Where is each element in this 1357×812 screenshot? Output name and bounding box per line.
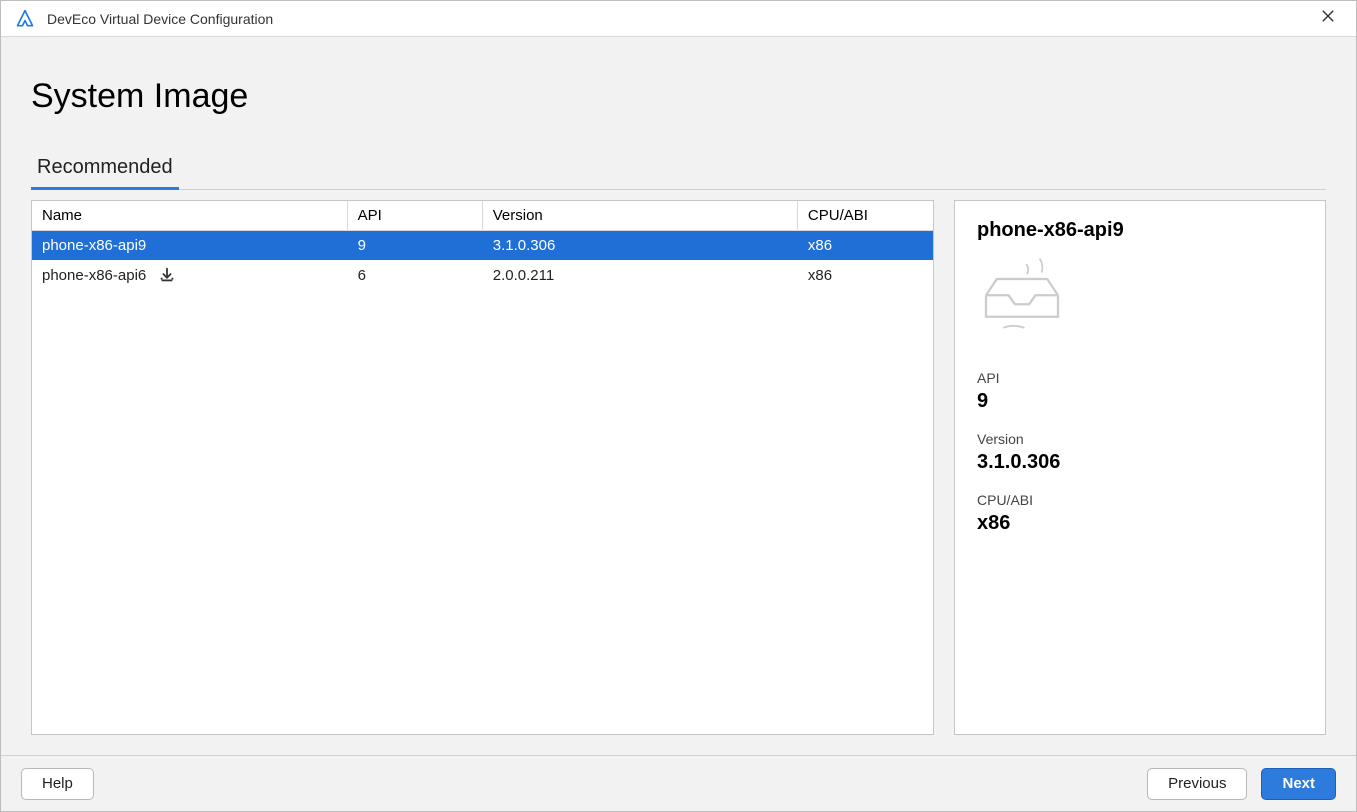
main-row: Name API Version CPU/ABI phone-x86-api9 — [31, 200, 1326, 735]
row-name: phone-x86-api6 — [42, 267, 146, 284]
detail-version-value: 3.1.0.306 — [977, 451, 1303, 474]
detail-api-label: API — [977, 370, 1303, 386]
spacer — [31, 735, 1326, 755]
row-version: 2.0.0.211 — [482, 260, 797, 290]
previous-button[interactable]: Previous — [1147, 768, 1247, 800]
detail-title: phone-x86-api9 — [977, 219, 1303, 242]
table-row[interactable]: phone-x86-api6 — [32, 260, 933, 290]
footer: Help Previous Next — [1, 755, 1356, 811]
col-header-abi[interactable]: CPU/ABI — [797, 201, 932, 231]
col-header-name[interactable]: Name — [32, 201, 347, 231]
help-button[interactable]: Help — [21, 768, 94, 800]
next-button[interactable]: Next — [1261, 768, 1336, 800]
row-version: 3.1.0.306 — [482, 231, 797, 261]
app-logo-icon — [15, 9, 35, 29]
titlebar: DevEco Virtual Device Configuration — [1, 1, 1356, 37]
tab-recommended[interactable]: Recommended — [31, 150, 179, 190]
close-icon[interactable] — [1310, 9, 1346, 28]
system-image-table-pane: Name API Version CPU/ABI phone-x86-api9 — [31, 200, 934, 735]
tabs: Recommended — [31, 150, 1326, 190]
table-row[interactable]: phone-x86-api9 9 3.1.0.306 x86 — [32, 231, 933, 261]
col-header-version[interactable]: Version — [482, 201, 797, 231]
row-abi: x86 — [797, 260, 932, 290]
window-root: DevEco Virtual Device Configuration Syst… — [0, 0, 1357, 812]
empty-box-icon — [977, 252, 1067, 342]
row-name: phone-x86-api9 — [42, 237, 146, 254]
detail-abi-label: CPU/ABI — [977, 492, 1303, 508]
window-title: DevEco Virtual Device Configuration — [47, 11, 1310, 27]
col-header-api[interactable]: API — [347, 201, 482, 231]
detail-abi-value: x86 — [977, 512, 1303, 535]
content-area: System Image Recommended Name API Versio… — [1, 37, 1356, 755]
download-icon[interactable] — [158, 266, 176, 284]
system-image-table: Name API Version CPU/ABI phone-x86-api9 — [32, 201, 933, 290]
detail-version-label: Version — [977, 431, 1303, 447]
detail-pane: phone-x86-api9 API 9 Version 3.1.0.306 C… — [954, 200, 1326, 735]
row-abi: x86 — [797, 231, 932, 261]
row-api: 6 — [347, 260, 482, 290]
row-api: 9 — [347, 231, 482, 261]
detail-api-value: 9 — [977, 390, 1303, 413]
page-title: System Image — [31, 77, 1326, 116]
